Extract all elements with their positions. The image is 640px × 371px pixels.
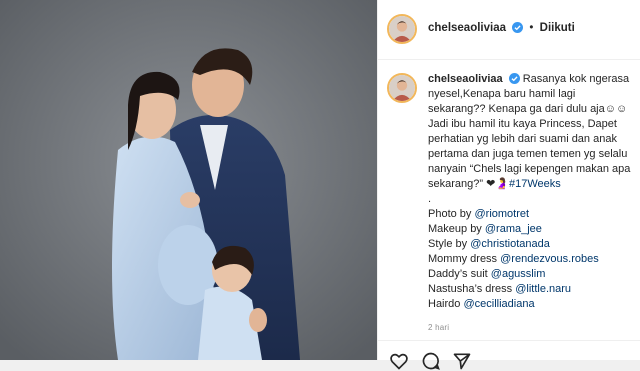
credit-label: Style by xyxy=(428,238,471,250)
post-caption: chelseaoliviaa Rasanya kok ngerasa nyese… xyxy=(428,72,633,312)
credit-mention-link[interactable]: @cecilliadiana xyxy=(463,298,534,310)
action-bar xyxy=(378,340,640,370)
verified-badge-icon xyxy=(512,22,524,33)
caption-separator: . xyxy=(428,193,432,205)
credit-mention-link[interactable]: @little.naru xyxy=(515,283,571,295)
credit-label: Nastusha’s dress xyxy=(428,283,516,295)
credit-label: Photo by xyxy=(428,208,475,220)
credit-line: Style by @christiotanada xyxy=(428,237,633,252)
separator-dot: • xyxy=(529,22,534,34)
profile-picture-icon xyxy=(389,75,415,101)
credit-line: Photo by @riomotret xyxy=(428,207,633,222)
post-sidebar: chelseaoliviaa • Diikuti chelseaoliviaa xyxy=(377,0,640,370)
credits-list: Photo by @riomotret Makeup by @rama_jee … xyxy=(428,207,633,312)
credit-line: Mommy dress @rendezvous.robes xyxy=(428,252,633,267)
credit-line: Hairdo @cecilliadiana xyxy=(428,297,633,312)
credit-line: Daddy’s suit @agusslim xyxy=(428,267,633,282)
hashtag-link[interactable]: #17Weeks xyxy=(509,178,561,190)
credit-label: Hairdo xyxy=(428,298,464,310)
credit-mention-link[interactable]: @agusslim xyxy=(491,268,546,280)
post-header: chelseaoliviaa • Diikuti xyxy=(378,0,640,60)
header-text: chelseaoliviaa • Diikuti xyxy=(428,22,575,34)
paper-plane-icon xyxy=(453,353,471,370)
comment-button[interactable] xyxy=(421,351,441,371)
heart-icon xyxy=(390,353,408,370)
credit-label: Mommy dress xyxy=(428,253,501,265)
credit-line: Makeup by @rama_jee xyxy=(428,222,633,237)
like-button[interactable] xyxy=(389,351,409,371)
profile-picture-icon xyxy=(389,16,415,42)
credit-label: Daddy’s suit xyxy=(428,268,491,280)
caption-username-link[interactable]: chelseaoliviaa xyxy=(428,73,503,85)
caption-body: chelseaoliviaa Rasanya kok ngerasa nyese… xyxy=(428,72,633,192)
credit-mention-link[interactable]: @riomotret xyxy=(474,208,529,220)
comment-icon xyxy=(422,352,440,370)
avatar[interactable] xyxy=(387,14,417,44)
post-photo[interactable] xyxy=(0,0,377,360)
share-button[interactable] xyxy=(452,351,472,371)
verified-badge-icon xyxy=(508,73,520,84)
post-timestamp[interactable]: 2 hari xyxy=(428,323,449,332)
username-link[interactable]: chelseaoliviaa xyxy=(428,22,506,34)
credit-label: Makeup by xyxy=(428,223,485,235)
instagram-post: chelseaoliviaa • Diikuti chelseaoliviaa xyxy=(0,0,640,370)
caption-avatar[interactable] xyxy=(387,73,417,103)
caption-text: Rasanya kok ngerasa nyesel,Kenapa baru h… xyxy=(428,73,631,190)
credit-mention-link[interactable]: @rama_jee xyxy=(485,223,542,235)
follow-status-button[interactable]: Diikuti xyxy=(540,22,575,34)
credit-mention-link[interactable]: @rendezvous.robes xyxy=(500,253,599,265)
credit-line: Nastusha’s dress @little.naru xyxy=(428,282,633,297)
credit-mention-link[interactable]: @christiotanada xyxy=(470,238,550,250)
family-photo-image xyxy=(0,0,377,360)
